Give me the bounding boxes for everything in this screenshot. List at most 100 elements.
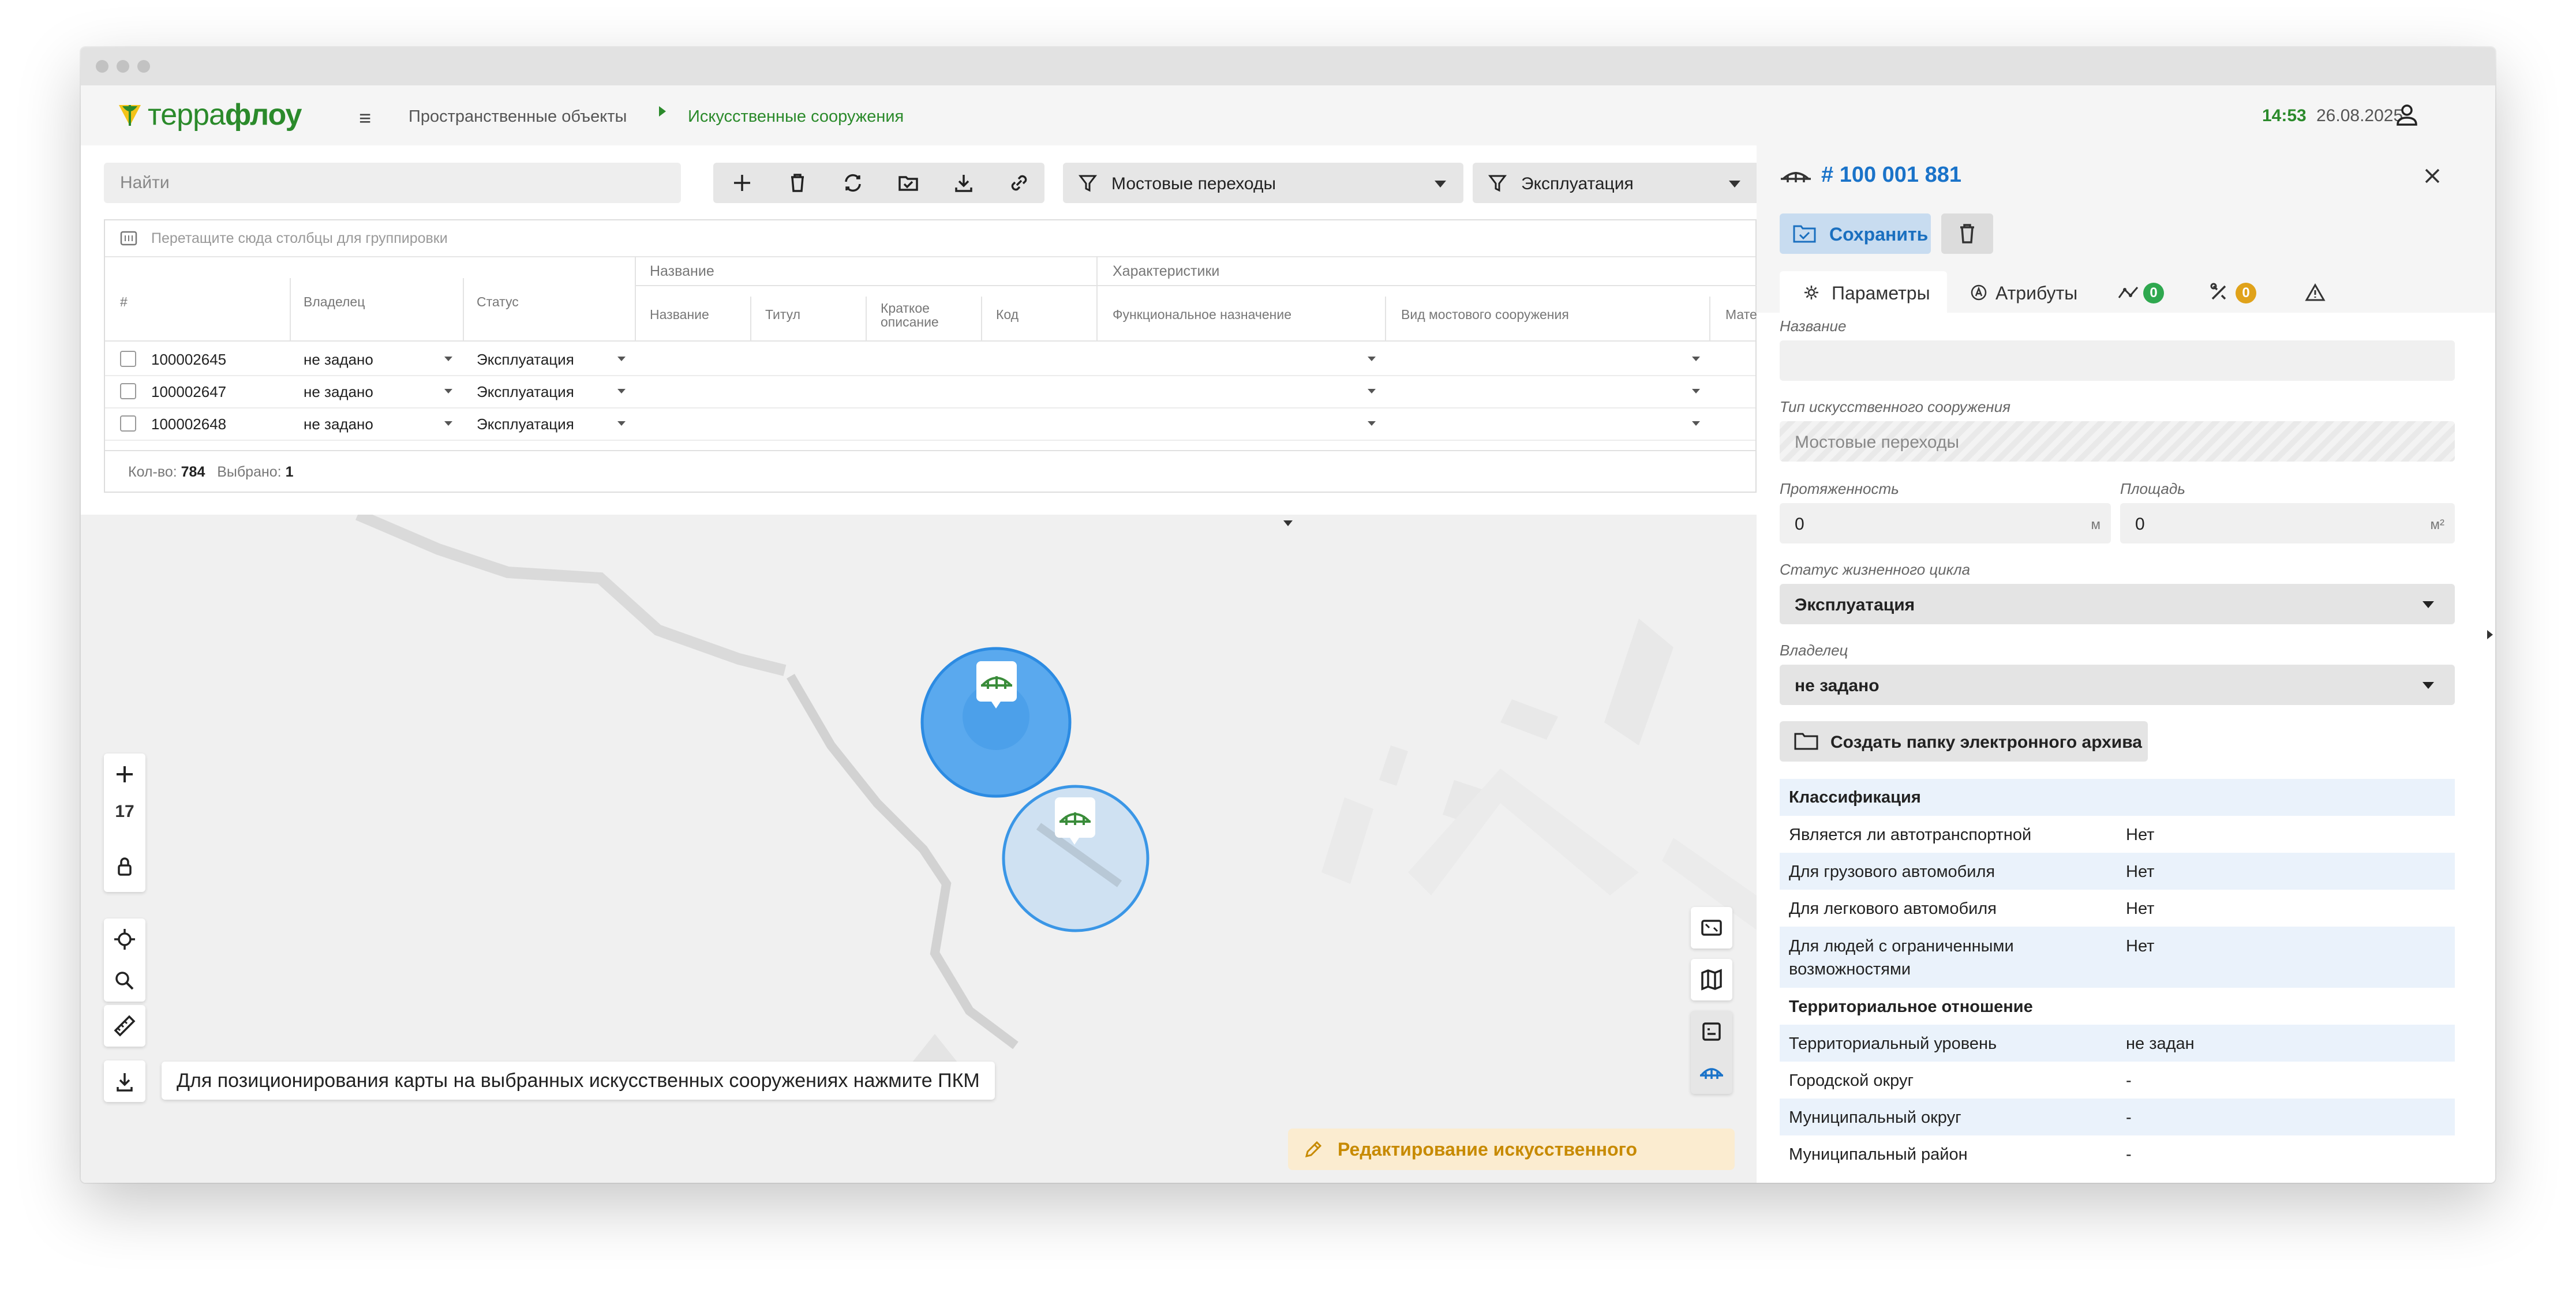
- chevron-down-icon[interactable]: [1368, 357, 1376, 361]
- search-input[interactable]: Найти: [104, 163, 681, 203]
- fullscreen-control: [1691, 907, 1732, 949]
- link-icon[interactable]: [1005, 169, 1033, 197]
- add-icon[interactable]: [728, 169, 756, 197]
- row-owner[interactable]: не задано: [304, 415, 373, 433]
- export-control: [104, 1060, 145, 1102]
- zoom-in-icon[interactable]: [104, 754, 145, 795]
- section-classification: Классификация: [1780, 779, 2455, 816]
- column-header-titul[interactable]: Титул: [765, 307, 800, 323]
- section-territorial: Территориальное отношение: [1789, 998, 2033, 1016]
- zoom-controls: 17: [104, 754, 145, 892]
- tab-attributes[interactable]: Атрибуты: [1959, 271, 2091, 313]
- lock-icon[interactable]: [104, 846, 145, 887]
- splitter-chevron-icon[interactable]: [1283, 520, 1293, 526]
- save-button[interactable]: Сохранить: [1780, 213, 1931, 254]
- chevron-down-icon[interactable]: [617, 389, 626, 393]
- property-row: Для грузового автомобиля Нет: [1780, 853, 2455, 890]
- user-icon[interactable]: [2394, 102, 2420, 128]
- column-header-owner[interactable]: Владелец: [304, 294, 365, 310]
- window-maximize-dot[interactable]: [137, 60, 150, 73]
- panel-collapse-arrow-icon[interactable]: [2487, 630, 2493, 639]
- window-close-dot[interactable]: [96, 60, 108, 73]
- download-icon[interactable]: [104, 1060, 145, 1102]
- row-status[interactable]: Эксплуатация: [477, 415, 574, 433]
- column-header-function[interactable]: Функциональное назначение: [1113, 307, 1291, 323]
- row-checkbox[interactable]: [120, 383, 136, 399]
- column-header-num[interactable]: #: [120, 294, 128, 310]
- status-filter-dropdown[interactable]: Эксплуатация: [1473, 163, 1757, 203]
- row-id: 100002647: [151, 383, 227, 400]
- owner-select[interactable]: не задано: [1780, 665, 2455, 705]
- download-icon[interactable]: [950, 169, 978, 197]
- logo-text-part1: терра: [148, 98, 226, 132]
- row-owner[interactable]: не задано: [304, 351, 373, 369]
- edit-mode-badge: Редактирование искусственного сооружения: [1288, 1129, 1735, 1183]
- warning-icon: [2305, 283, 2326, 301]
- bridge-pin-icon[interactable]: [976, 661, 1017, 709]
- row-status[interactable]: Эксплуатация: [477, 383, 574, 401]
- name-field[interactable]: [1780, 340, 2455, 381]
- property-row: Является ли автотранспортной Нет: [1789, 826, 2155, 844]
- crosshair-icon[interactable]: [104, 919, 145, 960]
- delete-button[interactable]: [1941, 213, 1993, 254]
- list-toolbar: [713, 163, 1044, 203]
- bridge-pin-icon[interactable]: [1055, 797, 1095, 845]
- tab-warnings[interactable]: [2287, 271, 2345, 313]
- type-filter-dropdown[interactable]: Мостовые переходы: [1063, 163, 1463, 203]
- chevron-down-icon[interactable]: [1692, 421, 1700, 426]
- header-divider: [635, 256, 636, 340]
- breadcrumb-item-structures[interactable]: Искусственные сооружения: [688, 107, 904, 126]
- status-filter-label: Эксплуатация: [1521, 174, 1634, 193]
- column-header-status[interactable]: Статус: [477, 294, 519, 310]
- chevron-down-icon[interactable]: [617, 357, 626, 361]
- row-checkbox[interactable]: [120, 415, 136, 432]
- folder-check-icon[interactable]: [894, 169, 922, 197]
- routes-count-badge: 0: [2143, 283, 2164, 303]
- gear-icon: [1804, 286, 1818, 299]
- header-divider: [105, 340, 1755, 342]
- column-header-bridge-type[interactable]: Вид мостового сооружения: [1401, 307, 1569, 323]
- map-icon[interactable]: [1691, 959, 1732, 1000]
- field-label-length: Протяженность: [1780, 480, 1899, 497]
- tab-parameters[interactable]: Параметры: [1780, 271, 1947, 313]
- create-archive-folder-button[interactable]: Создать папку электронного архива: [1780, 721, 2148, 762]
- table-row[interactable]: 100002648 не задано Эксплуатация: [105, 407, 1755, 441]
- object-card-panel: # 100 001 881 Сохранить Параметры Атрибу…: [1757, 145, 2495, 1183]
- refresh-icon[interactable]: [839, 169, 867, 197]
- column-header-name[interactable]: Название: [650, 307, 709, 323]
- window-minimize-dot[interactable]: [117, 60, 129, 73]
- header-divider: [635, 285, 1758, 286]
- search-icon[interactable]: [104, 960, 145, 1002]
- column-header-code[interactable]: Код: [996, 307, 1019, 323]
- bridge-layer-icon[interactable]: [1691, 1052, 1732, 1094]
- chevron-down-icon[interactable]: [1692, 389, 1700, 393]
- column-header-short-desc[interactable]: Краткое описание: [881, 301, 956, 329]
- fullscreen-icon[interactable]: [1691, 907, 1732, 949]
- row-checkbox[interactable]: [120, 351, 136, 367]
- length-field[interactable]: 0м: [1780, 503, 2111, 543]
- row-status[interactable]: Эксплуатация: [477, 351, 574, 369]
- chevron-down-icon[interactable]: [444, 421, 452, 426]
- delete-icon[interactable]: [784, 169, 811, 197]
- chevron-down-icon[interactable]: [444, 357, 452, 361]
- close-icon[interactable]: [2420, 164, 2444, 188]
- group-by-panel[interactable]: Перетащите сюда столбцы для группировки: [105, 220, 1755, 257]
- chevron-down-icon[interactable]: [1692, 357, 1700, 361]
- tab-tasks[interactable]: 0: [2195, 271, 2276, 313]
- ruler-icon[interactable]: [104, 1005, 145, 1047]
- table-row[interactable]: 100002645 не задано Эксплуатация: [105, 343, 1755, 376]
- breadcrumb-item-spatial[interactable]: Пространственные объекты: [409, 107, 627, 126]
- table-row[interactable]: 100002647 не задано Эксплуатация: [105, 375, 1755, 408]
- tab-routes[interactable]: 0: [2103, 271, 2184, 313]
- app-logo[interactable]: терра флоу: [114, 96, 302, 134]
- lifecycle-status-select[interactable]: Эксплуатация: [1780, 584, 2455, 624]
- layers-icon[interactable]: [1691, 1011, 1732, 1052]
- header-divider: [290, 278, 291, 340]
- menu-icon[interactable]: ≡: [359, 106, 371, 130]
- chevron-down-icon[interactable]: [1368, 389, 1376, 393]
- row-owner[interactable]: не задано: [304, 383, 373, 401]
- area-field[interactable]: 0 м²: [2120, 503, 2455, 543]
- chevron-down-icon[interactable]: [617, 421, 626, 426]
- chevron-down-icon[interactable]: [444, 389, 452, 393]
- chevron-down-icon[interactable]: [1368, 421, 1376, 426]
